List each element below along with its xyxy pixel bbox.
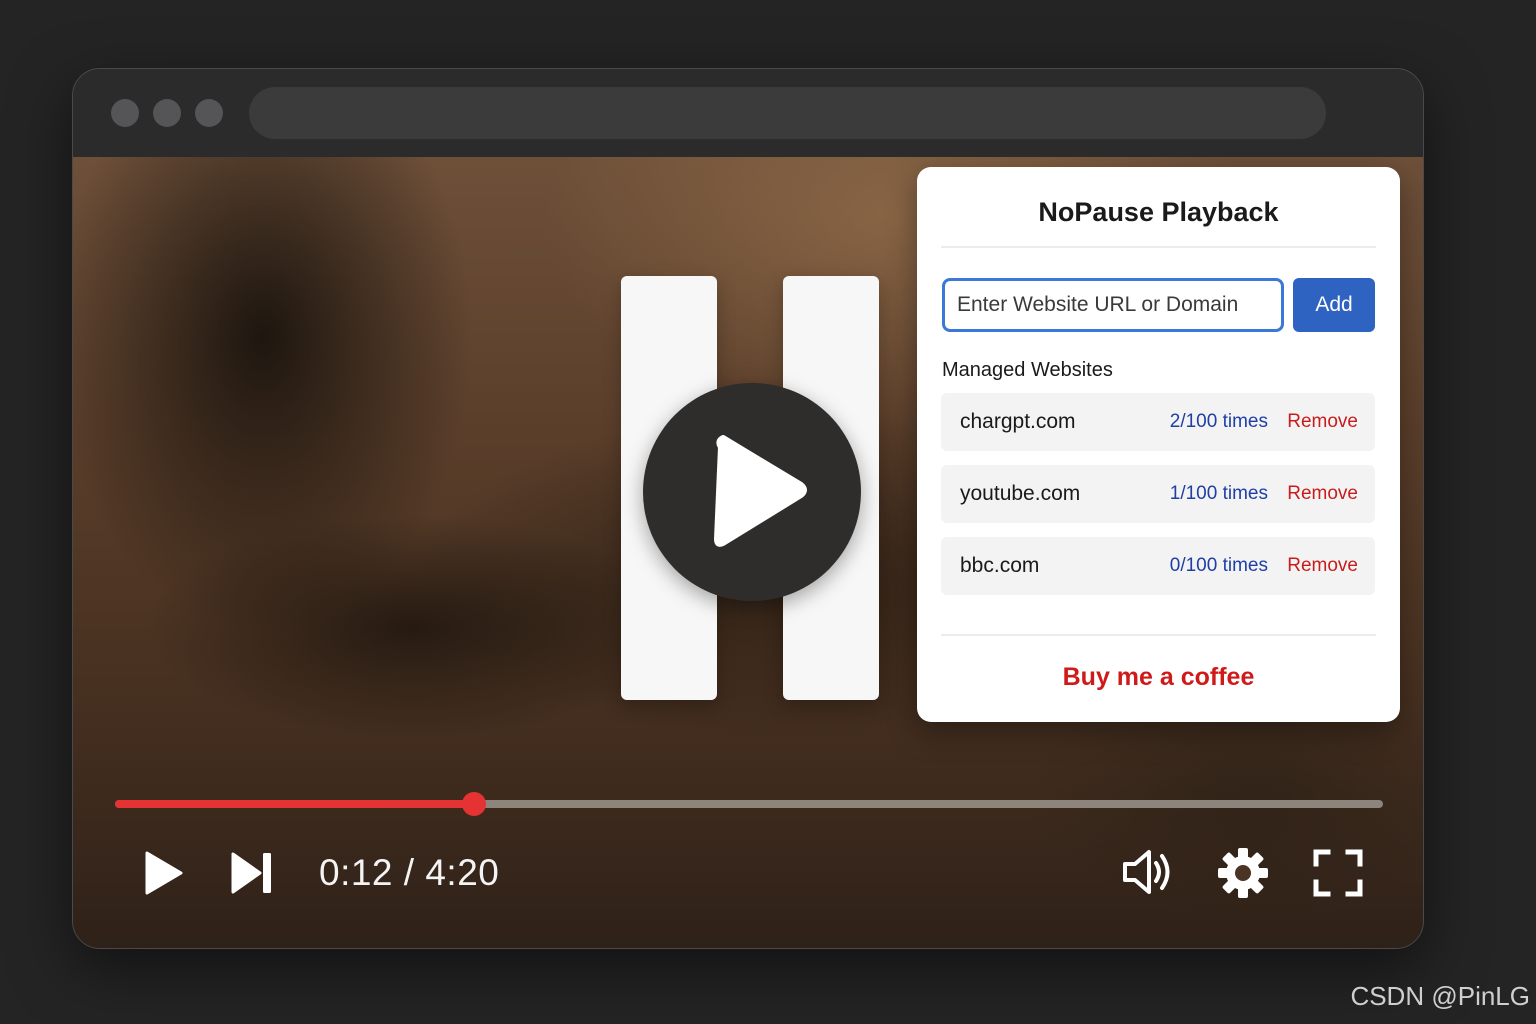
video-player[interactable]: NoPause Playback Add Managed Websites ch… [73, 157, 1423, 948]
list-item: chargpt.com 2/100 times Remove [941, 393, 1375, 451]
big-play-button[interactable] [643, 383, 861, 601]
gear-icon[interactable] [1217, 847, 1269, 899]
progress-bar[interactable] [115, 792, 1383, 816]
remove-button[interactable]: Remove [1287, 483, 1358, 505]
list-item: bbc.com 0/100 times Remove [941, 537, 1375, 595]
site-domain: chargpt.com [960, 410, 1076, 433]
watermark: CSDN @PinLG [1350, 981, 1530, 1011]
divider [941, 246, 1376, 248]
site-count: 0/100 times [1169, 555, 1268, 576]
managed-websites-heading: Managed Websites [942, 359, 1113, 381]
fullscreen-icon[interactable] [1313, 849, 1363, 897]
site-count: 1/100 times [1169, 483, 1268, 504]
site-domain: bbc.com [960, 554, 1040, 577]
progress-fill [115, 800, 474, 808]
list-item: youtube.com 1/100 times Remove [941, 465, 1375, 523]
popup-title: NoPause Playback [1038, 197, 1279, 227]
website-url-input[interactable] [942, 278, 1284, 332]
divider [941, 634, 1376, 636]
progress-scrubber[interactable] [461, 792, 486, 816]
next-icon[interactable] [230, 851, 274, 895]
window-close-dot[interactable] [111, 99, 139, 127]
play-icon [714, 435, 807, 547]
address-bar[interactable] [249, 87, 1326, 139]
window-minimize-dot[interactable] [153, 99, 181, 127]
buy-me-a-coffee-link[interactable]: Buy me a coffee [917, 663, 1400, 692]
browser-window: NoPause Playback Add Managed Websites ch… [72, 68, 1424, 949]
remove-button[interactable]: Remove [1287, 555, 1358, 577]
play-icon[interactable] [143, 850, 185, 896]
title-bar [73, 69, 1423, 157]
add-button[interactable]: Add [1293, 278, 1375, 332]
remove-button[interactable]: Remove [1287, 411, 1358, 433]
time-display: 0:12 / 4:20 [319, 852, 500, 893]
volume-icon[interactable] [1121, 847, 1175, 897]
nopause-popup: NoPause Playback Add Managed Websites ch… [917, 167, 1400, 722]
site-domain: youtube.com [960, 482, 1081, 505]
window-maximize-dot[interactable] [195, 99, 223, 127]
site-count: 2/100 times [1169, 411, 1268, 432]
